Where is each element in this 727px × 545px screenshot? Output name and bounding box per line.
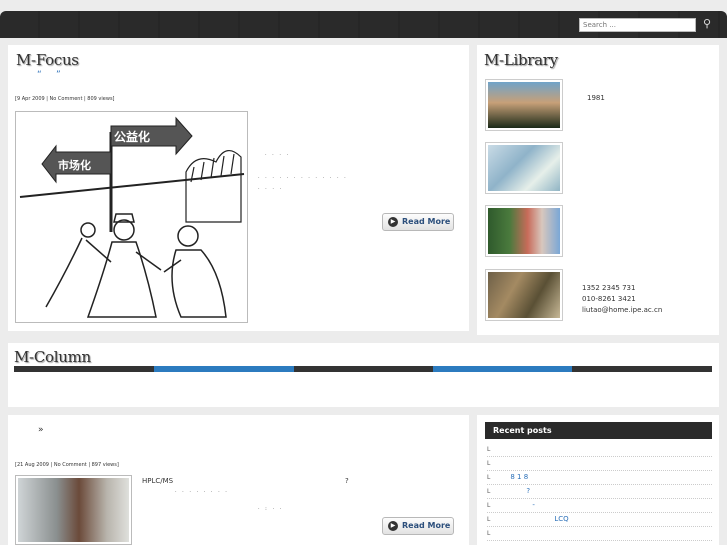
quote-close: ” <box>56 70 61 80</box>
excerpt-line-1: · · · · <box>265 152 291 158</box>
recent-post-item[interactable]: L <box>487 457 712 471</box>
sign-upper: 公益化 <box>114 129 150 144</box>
recent-post-item[interactable]: L- <box>487 499 712 513</box>
excerpt-line-2: · · · · · · · · · · · · · <box>258 175 348 181</box>
arrow-icon: L <box>487 516 491 523</box>
play-icon: ▶ <box>388 217 398 227</box>
post-excerpt-q: ? <box>345 477 349 485</box>
quote-open: “ <box>37 70 42 80</box>
recent-post-item[interactable]: L? <box>487 485 712 499</box>
column-tab-5[interactable] <box>572 366 712 372</box>
library-thumb-lab[interactable] <box>485 142 563 194</box>
column-heading: M-Column <box>14 348 91 366</box>
column-tab-3[interactable] <box>294 366 433 372</box>
recent-post-item[interactable]: L <box>487 443 712 457</box>
play-icon: ▶ <box>388 521 398 531</box>
post-excerpt-line-2: · · · · · · · · <box>175 489 229 495</box>
search-icon[interactable]: ⚲ <box>700 16 714 32</box>
column-tab-4[interactable] <box>433 366 572 372</box>
arrow-icon: L <box>487 530 491 537</box>
library-thumb-building[interactable] <box>485 205 563 257</box>
focus-panel: M-Focus “ ” [9 Apr 2009 | No Comment | 8… <box>8 45 469 331</box>
search-input[interactable] <box>579 18 696 32</box>
focus-meta: [9 Apr 2009 | No Comment | 809 views] <box>15 96 115 102</box>
library-thumb-portrait[interactable] <box>485 79 563 131</box>
recent-posts-title: Recent posts <box>485 422 712 439</box>
post-meta: [21 Aug 2009 | No Comment | 897 views] <box>15 462 119 468</box>
column-tab-1[interactable] <box>14 366 154 372</box>
post-excerpt-start: HPLC/MS <box>142 477 174 485</box>
recent-post-item[interactable]: L LCQ <box>487 513 712 527</box>
arrow-icon: L <box>487 502 491 509</box>
posts-panel: » [21 Aug 2009 | No Comment | 897 views]… <box>8 415 469 545</box>
top-navigation-bar: ⚲ <box>0 0 727 38</box>
library-thumb-person[interactable] <box>485 269 563 321</box>
arrow-icon: L <box>487 474 491 481</box>
post-read-more-button[interactable]: ▶ Read More <box>382 517 454 535</box>
library-entry-year: 1981 <box>587 94 605 102</box>
excerpt-line-3: · · · · <box>258 186 284 192</box>
library-heading: M-Library <box>484 51 558 69</box>
library-phone-mobile: 1352 2345 731 <box>582 284 636 292</box>
read-more-label: Read More <box>402 217 451 226</box>
cartoon-illustration: 公益化 市场化 <box>19 116 245 318</box>
sign-lower: 市场化 <box>58 158 91 172</box>
column-panel: M-Column <box>8 343 719 407</box>
library-phone-office: 010-8261 3421 <box>582 295 636 303</box>
library-panel: M-Library 1981 1352 2345 731 010-8261 34… <box>477 45 719 335</box>
focus-featured-image[interactable]: 公益化 市场化 <box>15 111 248 323</box>
arrow-icon: L <box>487 460 491 467</box>
guillemet: » <box>38 425 44 435</box>
library-email[interactable]: liutao@home.ipe.ac.cn <box>582 306 662 314</box>
recent-post-item[interactable]: L <box>487 527 712 541</box>
column-tab-2[interactable] <box>154 366 294 372</box>
arrow-icon: L <box>487 446 491 453</box>
arrow-icon: L <box>487 488 491 495</box>
post-read-more-label: Read More <box>402 521 451 530</box>
recent-posts-panel: Recent posts L L L8 1 8 L? L- L LCQ L <box>477 415 719 545</box>
recent-post-item[interactable]: L8 1 8 <box>487 471 712 485</box>
post-thumbnail[interactable] <box>15 475 132 545</box>
focus-heading: M-Focus <box>16 51 79 69</box>
read-more-button[interactable]: ▶ Read More <box>382 213 454 231</box>
post-excerpt-line-3: · : · · <box>258 506 284 512</box>
